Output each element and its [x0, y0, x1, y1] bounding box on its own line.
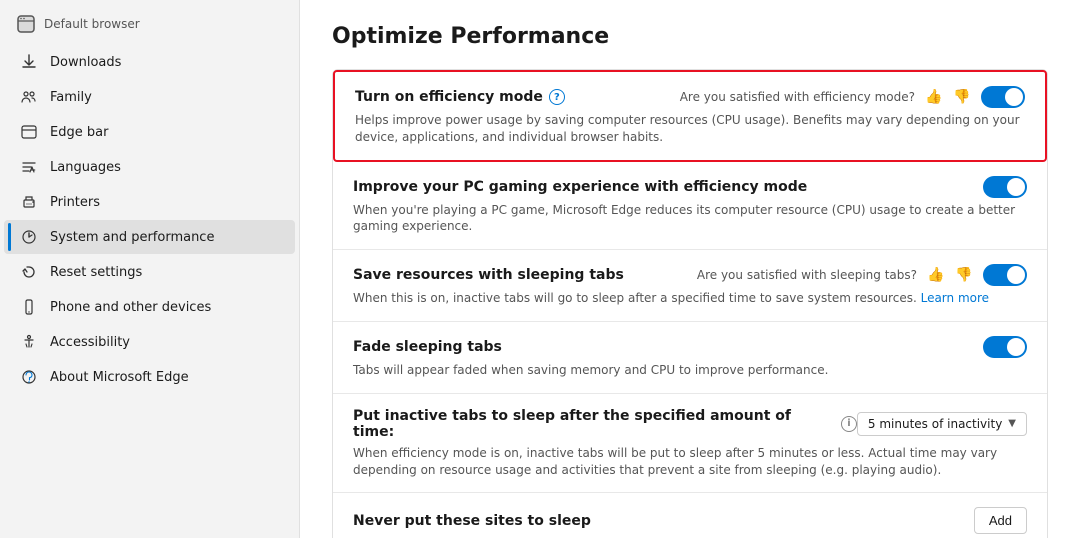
setting-title-sleep-timer: Put inactive tabs to sleep after the spe… [353, 408, 833, 440]
setting-header-sleeping: Save resources with sleeping tabs Are yo… [353, 264, 1027, 286]
sleep-timer-dropdown[interactable]: 5 minutes of inactivity ▼ [857, 412, 1027, 436]
setting-desc-fade: Tabs will appear faded when saving memor… [353, 362, 1027, 379]
info-icon-sleep[interactable]: i [841, 416, 857, 432]
main-content: Optimize Performance Turn on efficiency … [300, 0, 1080, 538]
sidebar-item-label: Languages [50, 160, 121, 175]
toggle-sleeping[interactable] [983, 264, 1027, 286]
setting-header-gaming: Improve your PC gaming experience with e… [353, 176, 1027, 198]
sidebar-item-label: Phone and other devices [50, 300, 211, 315]
sidebar-item-printers[interactable]: Printers [4, 185, 295, 219]
settings-card: Turn on efficiency mode ? Are you satisf… [332, 69, 1048, 538]
sidebar-item-label: System and performance [50, 230, 214, 245]
sidebar-item-label: Downloads [50, 55, 121, 70]
brand-label: Default browser [44, 17, 140, 31]
sleep-timer-left: Put inactive tabs to sleep after the spe… [353, 408, 857, 440]
sidebar-item-downloads[interactable]: Downloads [4, 45, 295, 79]
setting-row-sleeping: Save resources with sleeping tabs Are yo… [333, 250, 1047, 322]
about-icon [20, 368, 38, 386]
sidebar-item-phone[interactable]: Phone and other devices [4, 290, 295, 324]
sleep-timer-header: Put inactive tabs to sleep after the spe… [353, 408, 1027, 440]
sidebar-item-languages[interactable]: Languages [4, 150, 295, 184]
toggle-slider-efficiency [981, 86, 1025, 108]
sidebar-item-reset[interactable]: Reset settings [4, 255, 295, 289]
brand-area: Default browser [0, 8, 299, 44]
setting-desc-gaming: When you're playing a PC game, Microsoft… [353, 202, 1027, 236]
setting-row-never-sleep: Never put these sites to sleep Add This … [333, 493, 1047, 538]
system-icon [20, 228, 38, 246]
setting-header-efficiency: Turn on efficiency mode ? Are you satisf… [355, 86, 1025, 108]
sidebar-item-label: Reset settings [50, 265, 142, 280]
toggle-slider-sleeping [983, 264, 1027, 286]
thumbs-down-icon-efficiency[interactable]: 👎 [953, 88, 971, 106]
dropdown-value: 5 minutes of inactivity [868, 417, 1002, 431]
sidebar: Default browser Downloads Family Edge ba… [0, 0, 300, 538]
sidebar-item-label: Edge bar [50, 125, 108, 140]
help-icon-efficiency[interactable]: ? [549, 89, 565, 105]
printers-icon [20, 193, 38, 211]
setting-title-never-sleep: Never put these sites to sleep [353, 513, 591, 529]
setting-right-never-sleep: Add [974, 507, 1027, 534]
toggle-gaming[interactable] [983, 176, 1027, 198]
feedback-text-sleeping: Are you satisfied with sleeping tabs? [697, 268, 917, 282]
setting-title-fade: Fade sleeping tabs [353, 339, 502, 355]
phone-icon [20, 298, 38, 316]
edge-bar-icon [20, 123, 38, 141]
thumbs-up-icon-sleeping[interactable]: 👍 [927, 266, 945, 284]
setting-right-fade [983, 336, 1027, 358]
thumbs-up-icon-efficiency[interactable]: 👍 [925, 88, 943, 106]
reset-icon [20, 263, 38, 281]
setting-desc-efficiency: Helps improve power usage by saving comp… [355, 112, 1025, 146]
sidebar-item-label: About Microsoft Edge [50, 370, 189, 385]
page-title: Optimize Performance [332, 24, 1048, 49]
sidebar-item-edge-bar[interactable]: Edge bar [4, 115, 295, 149]
setting-header-never-sleep: Never put these sites to sleep Add [353, 507, 1027, 534]
title-group-efficiency: Turn on efficiency mode ? [355, 89, 565, 105]
setting-right-efficiency: Are you satisfied with efficiency mode? … [680, 86, 1025, 108]
setting-row-gaming: Improve your PC gaming experience with e… [333, 162, 1047, 251]
setting-desc-sleep-timer: When efficiency mode is on, inactive tab… [353, 445, 1027, 479]
setting-header-fade: Fade sleeping tabs [353, 336, 1027, 358]
sidebar-item-label: Accessibility [50, 335, 130, 350]
downloads-icon [20, 53, 38, 71]
sidebar-item-about[interactable]: About Microsoft Edge [4, 360, 295, 394]
feedback-text-efficiency: Are you satisfied with efficiency mode? [680, 90, 915, 104]
setting-right-sleeping: Are you satisfied with sleeping tabs? 👍 … [697, 264, 1027, 286]
sidebar-item-label: Family [50, 90, 92, 105]
sidebar-item-label: Printers [50, 195, 100, 210]
dropdown-arrow-icon: ▼ [1008, 418, 1016, 429]
setting-title-efficiency: Turn on efficiency mode [355, 89, 543, 105]
toggle-fade[interactable] [983, 336, 1027, 358]
toggle-efficiency[interactable] [981, 86, 1025, 108]
browser-icon [16, 14, 36, 34]
setting-right-gaming [983, 176, 1027, 198]
sidebar-item-family[interactable]: Family [4, 80, 295, 114]
setting-row-sleep-timer: Put inactive tabs to sleep after the spe… [333, 394, 1047, 494]
setting-title-sleeping: Save resources with sleeping tabs [353, 267, 624, 283]
sidebar-item-accessibility[interactable]: Accessibility [4, 325, 295, 359]
learn-more-link[interactable]: Learn more [921, 291, 989, 305]
languages-icon [20, 158, 38, 176]
toggle-slider-gaming [983, 176, 1027, 198]
toggle-slider-fade [983, 336, 1027, 358]
setting-row-fade: Fade sleeping tabs Tabs will appear fade… [333, 322, 1047, 394]
family-icon [20, 88, 38, 106]
accessibility-icon [20, 333, 38, 351]
setting-row-efficiency: Turn on efficiency mode ? Are you satisf… [333, 70, 1047, 162]
setting-desc-sleeping: When this is on, inactive tabs will go t… [353, 290, 1027, 307]
add-button[interactable]: Add [974, 507, 1027, 534]
sidebar-item-system[interactable]: System and performance [4, 220, 295, 254]
thumbs-down-icon-sleeping[interactable]: 👎 [955, 266, 973, 284]
setting-title-gaming: Improve your PC gaming experience with e… [353, 179, 807, 195]
